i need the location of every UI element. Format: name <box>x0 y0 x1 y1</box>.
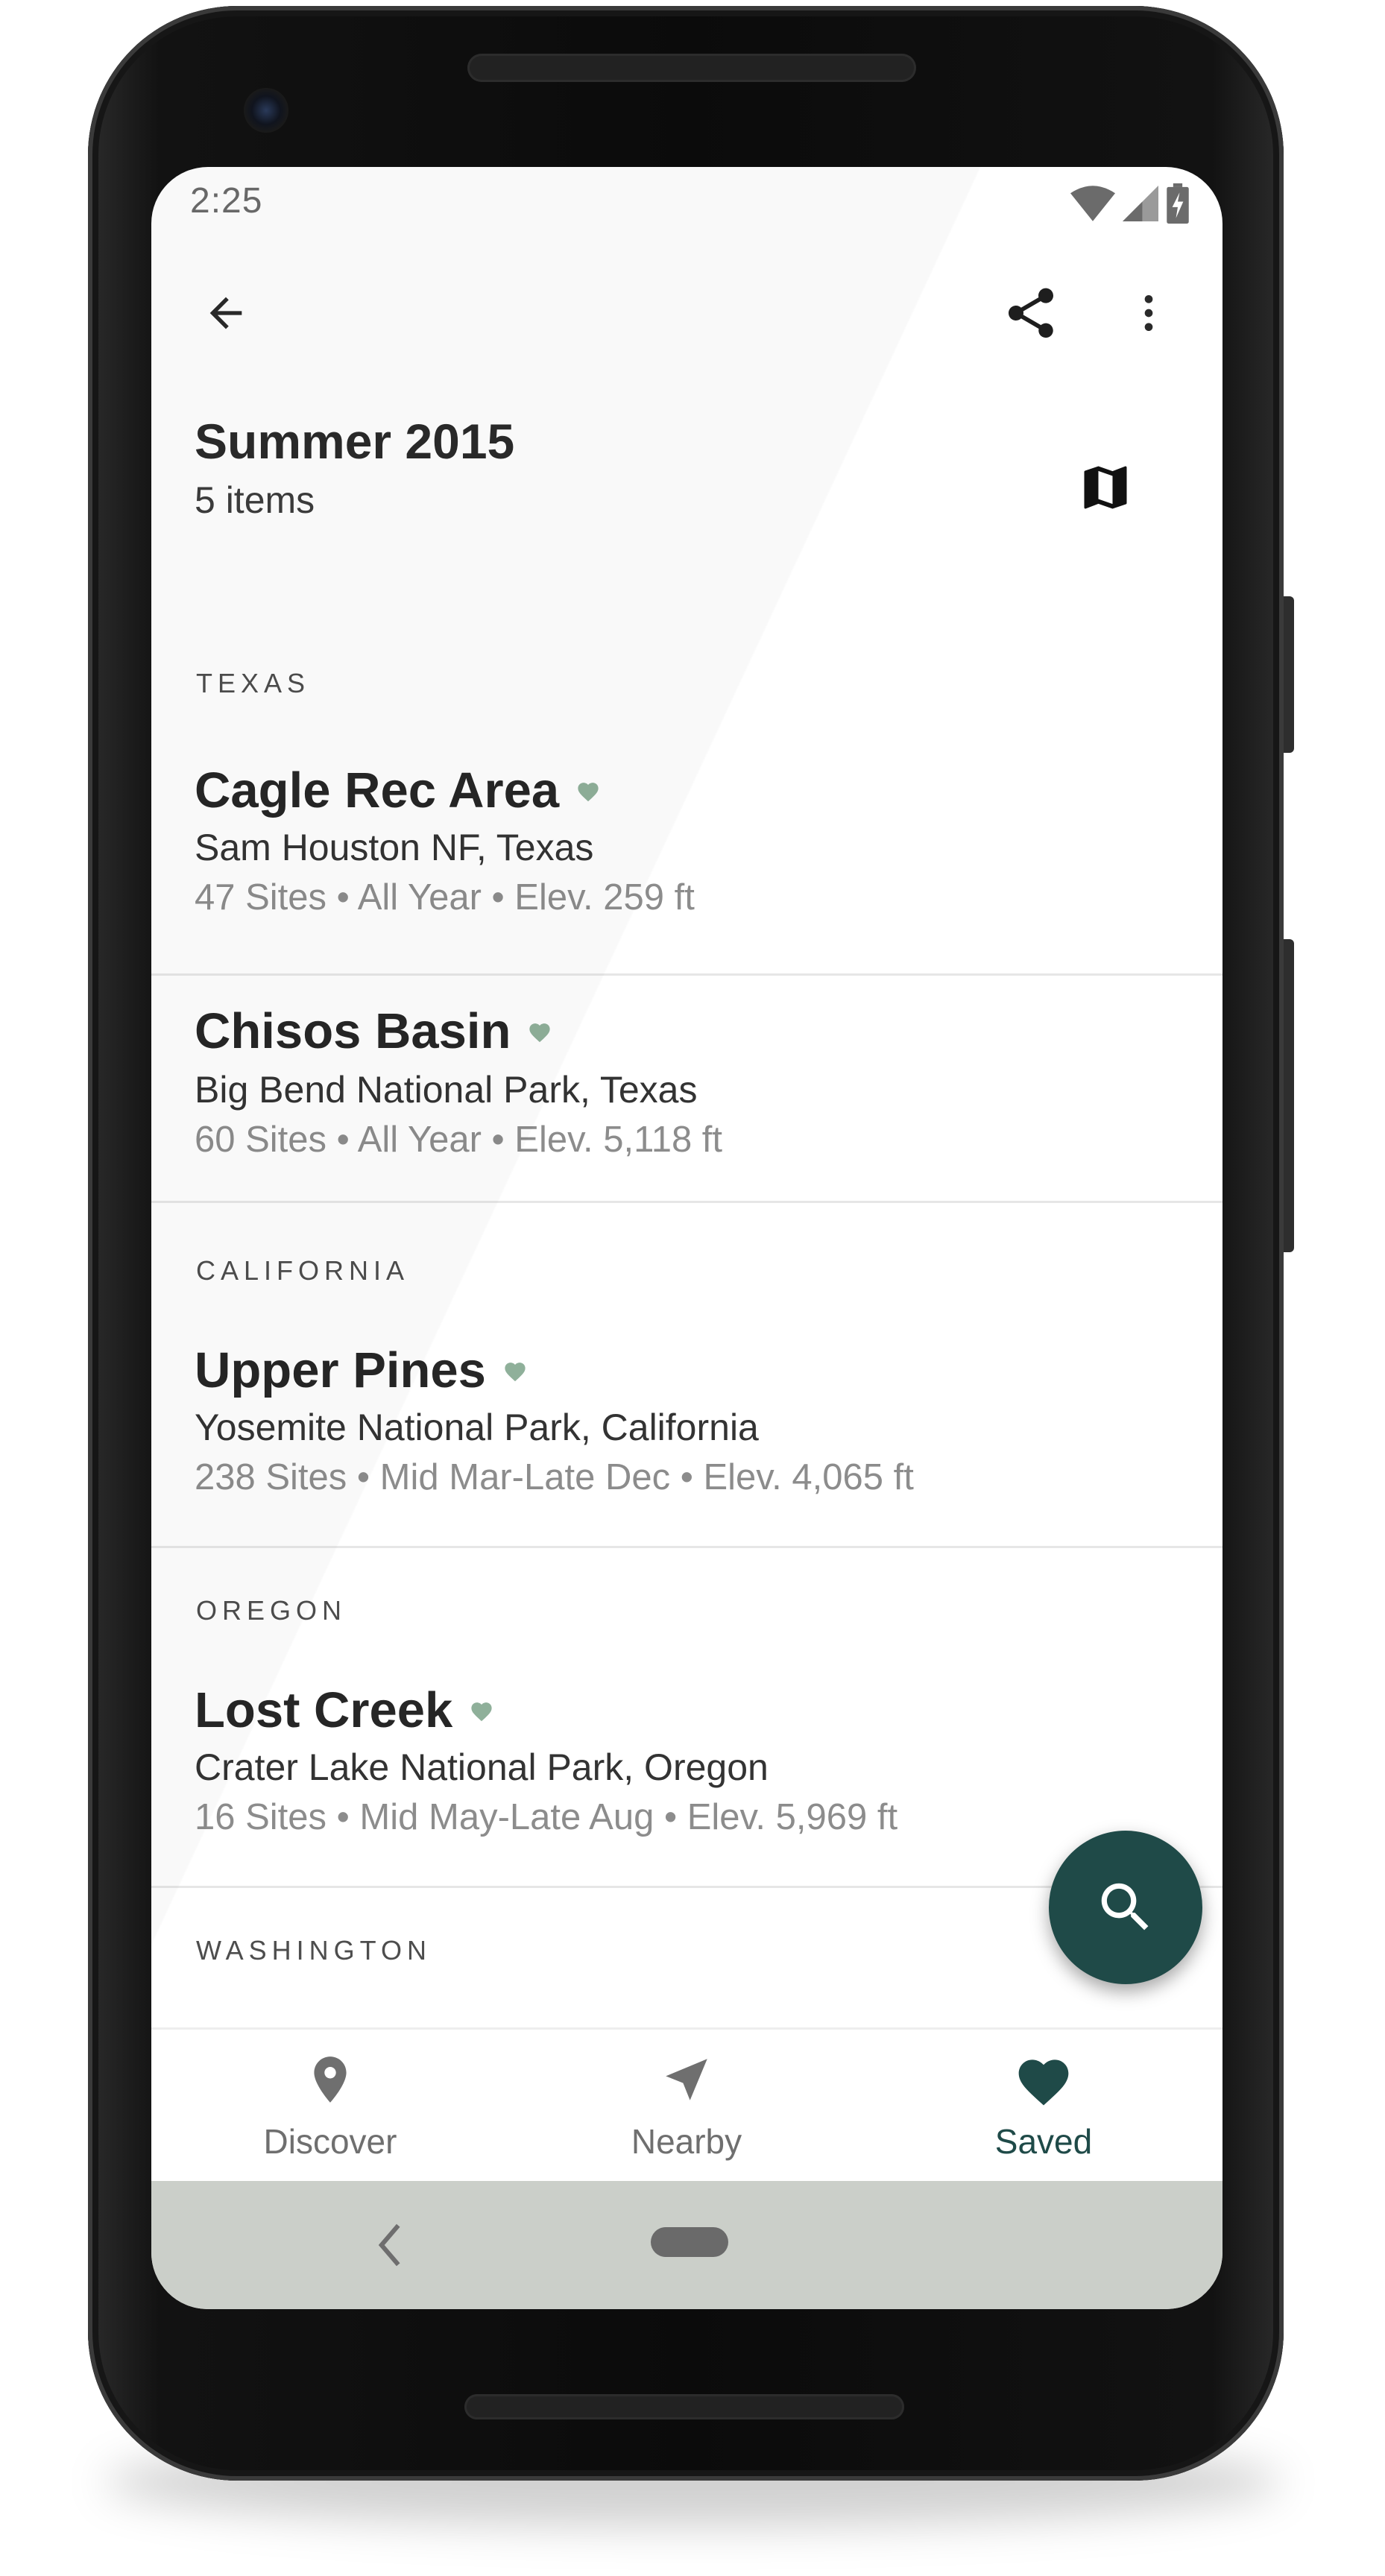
search-fab[interactable] <box>1049 1831 1202 1984</box>
status-time: 2:25 <box>190 181 263 221</box>
saved-heart-icon <box>505 1362 526 1381</box>
wifi-icon <box>1070 186 1115 221</box>
volume-button <box>1284 939 1294 1252</box>
bottom-speaker <box>464 2394 904 2419</box>
status-icons <box>1070 183 1190 224</box>
system-home-button[interactable] <box>651 2227 728 2257</box>
arrow-back-icon <box>209 297 242 329</box>
campground-name-row: Upper Pines <box>195 1342 528 1399</box>
section-header-california: CALIFORNIA <box>196 1255 410 1286</box>
saved-heart-icon <box>578 782 599 801</box>
list-header: Summer 2015 5 items <box>151 413 1222 562</box>
saved-heart-icon <box>471 1702 492 1721</box>
item-count: 5 items <box>195 479 315 521</box>
earpiece-speaker <box>467 54 916 82</box>
bottom-navigation: Discover Nearby Saved <box>151 2027 1222 2182</box>
page-title: Summer 2015 <box>195 414 515 469</box>
campground-details: 47 Sites • All Year • Elev. 259 ft <box>195 877 695 918</box>
campground-name: Cagle Rec Area <box>195 763 560 818</box>
nav-label-saved: Saved <box>994 2122 1093 2161</box>
campground-name: Chisos Basin <box>195 1003 511 1059</box>
campground-name-row: Lost Creek <box>195 1682 494 1739</box>
nav-label-nearby: Nearby <box>631 2122 742 2161</box>
nav-label-discover: Discover <box>263 2122 397 2161</box>
back-button[interactable] <box>181 268 271 358</box>
park-name: Sam Houston NF, Texas <box>195 827 594 868</box>
navigation-icon <box>666 2059 707 2100</box>
front-camera <box>244 88 288 133</box>
screen: 2:25 Summer 2015 5 items TEXAS Cagle Rec… <box>151 167 1222 2309</box>
saved-heart-icon <box>529 1023 551 1042</box>
list-item[interactable]: Chisos Basin Big Bend National Park, Tex… <box>151 976 1222 1203</box>
park-name: Crater Lake National Park, Oregon <box>195 1746 769 1788</box>
campground-details: 16 Sites • Mid May-Late Aug • Elev. 5,96… <box>195 1797 898 1837</box>
campground-name-row: Chisos Basin <box>195 1003 552 1060</box>
share-button[interactable] <box>986 268 1076 358</box>
park-name: Yosemite National Park, California <box>195 1407 759 1448</box>
more-options-button[interactable] <box>1104 268 1193 358</box>
map-view-button[interactable] <box>1061 443 1150 532</box>
top-app-bar <box>151 249 1222 383</box>
nav-item-nearby[interactable]: Nearby <box>508 2052 865 2162</box>
battery-icon <box>1167 183 1189 224</box>
nav-item-saved[interactable]: Saved <box>865 2052 1222 2162</box>
campground-name: Lost Creek <box>195 1682 453 1738</box>
signal-icon <box>1123 186 1158 221</box>
campground-name: Upper Pines <box>195 1342 486 1398</box>
section-header-oregon: OREGON <box>196 1595 347 1626</box>
list-item[interactable]: Cagle Rec Area Sam Houston NF, Texas 47 … <box>151 748 1222 976</box>
more-vert-icon <box>1144 295 1153 331</box>
campground-details: 60 Sites • All Year • Elev. 5,118 ft <box>195 1120 723 1160</box>
park-name: Big Bend National Park, Texas <box>195 1069 698 1111</box>
search-icon <box>1101 1883 1149 1931</box>
system-back-icon[interactable] <box>375 2223 405 2267</box>
heart-icon <box>1018 2059 1069 2106</box>
section-header-texas: TEXAS <box>196 668 311 698</box>
list-item[interactable]: Lost Creek Crater Lake National Park, Or… <box>151 1670 1222 1888</box>
map-icon <box>1084 466 1127 509</box>
share-icon <box>1009 288 1053 338</box>
status-bar: 2:25 <box>151 167 1222 239</box>
place-icon <box>314 2056 347 2103</box>
system-navigation-bar <box>151 2181 1222 2309</box>
power-button <box>1284 596 1294 753</box>
section-header-washington: WASHINGTON <box>196 1935 432 1966</box>
campground-details: 238 Sites • Mid Mar-Late Dec • Elev. 4,0… <box>195 1457 914 1497</box>
nav-item-discover[interactable]: Discover <box>151 2052 509 2162</box>
list-item[interactable]: Upper Pines Yosemite National Park, Cali… <box>151 1330 1222 1548</box>
campground-name-row: Cagle Rec Area <box>195 762 601 819</box>
